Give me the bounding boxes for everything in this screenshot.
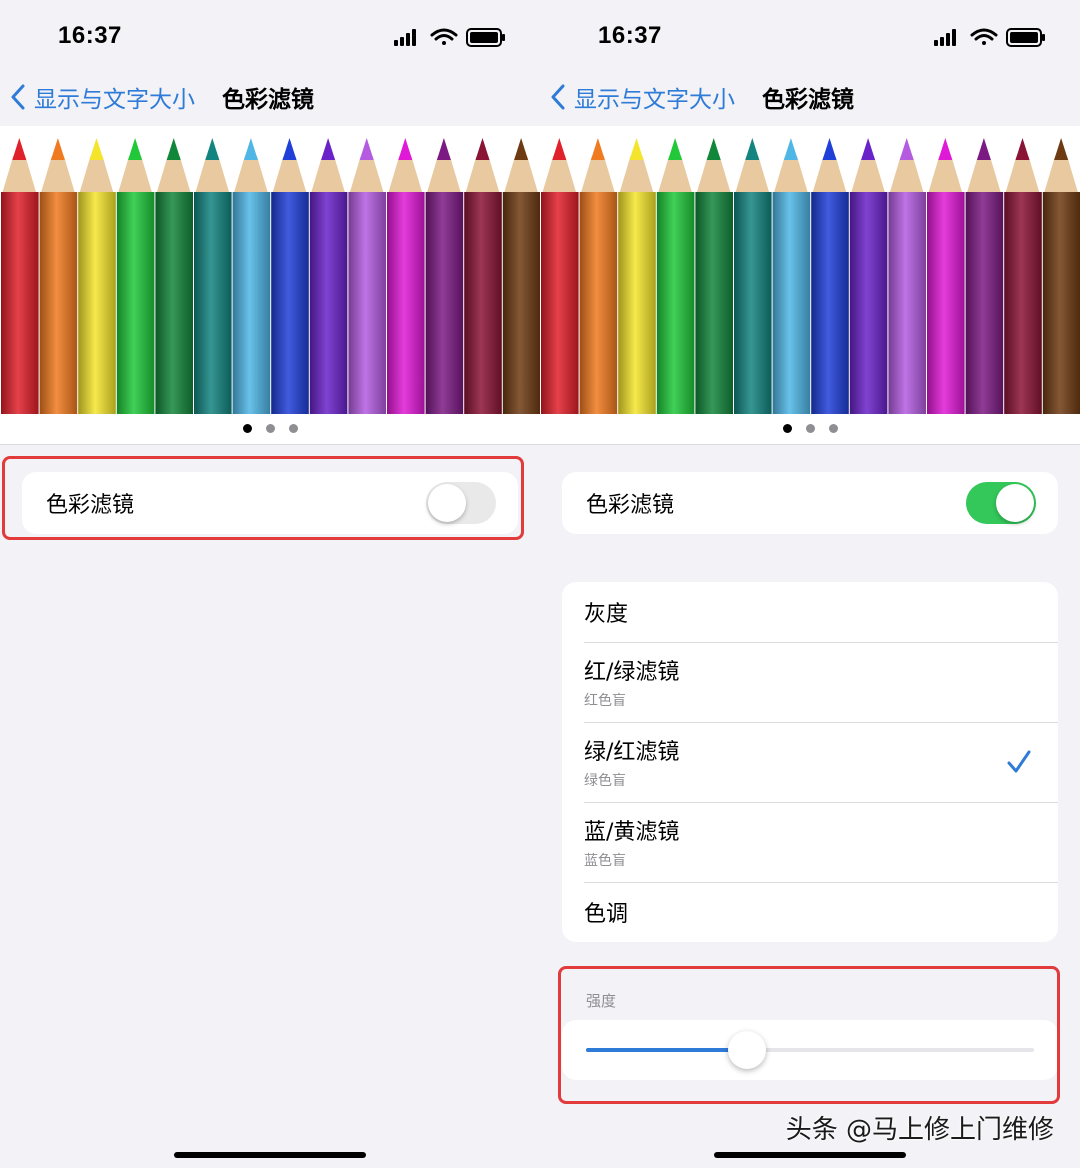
pencil bbox=[232, 138, 271, 414]
pencil bbox=[965, 138, 1004, 414]
signal-icon bbox=[934, 29, 956, 46]
battery-icon bbox=[1006, 28, 1045, 47]
checkmark-icon bbox=[1007, 750, 1031, 773]
pencil bbox=[502, 138, 540, 414]
pencil bbox=[811, 138, 849, 414]
back-button[interactable]: 显示与文字大小 bbox=[10, 80, 195, 114]
filter-option-label: 红/绿滤镜 bbox=[584, 660, 680, 685]
preview-carousel[interactable] bbox=[540, 126, 1080, 445]
page-dot bbox=[265, 424, 275, 433]
color-filters-label: 色彩滤镜 bbox=[46, 493, 135, 518]
page-title: 色彩滤镜 bbox=[762, 87, 854, 113]
pencil bbox=[579, 138, 618, 414]
phone-screen-left: 16:37 显示与文字大小 色彩滤镜 色彩滤镜 bbox=[0, 0, 540, 1168]
pencil bbox=[464, 138, 502, 414]
color-filters-row: 色彩滤镜 bbox=[22, 472, 518, 534]
back-label: 显示与文字大小 bbox=[34, 87, 195, 113]
home-indicator bbox=[174, 1152, 366, 1158]
pencil bbox=[309, 138, 348, 414]
battery-icon bbox=[466, 28, 505, 47]
status-time: 16:37 bbox=[598, 22, 662, 49]
pencil bbox=[656, 138, 695, 414]
filter-option-label: 灰度 bbox=[584, 602, 629, 627]
page-indicator[interactable] bbox=[0, 424, 540, 433]
filter-option-label: 绿/红滤镜 bbox=[584, 740, 680, 765]
home-indicator bbox=[714, 1152, 906, 1158]
intensity-label: 强度 bbox=[586, 992, 617, 1010]
color-filters-row: 色彩滤镜 bbox=[562, 472, 1058, 534]
pencil bbox=[271, 138, 309, 414]
color-filters-label: 色彩滤镜 bbox=[586, 493, 675, 518]
preview-carousel[interactable] bbox=[0, 126, 540, 445]
pencil bbox=[927, 138, 965, 414]
page-dot bbox=[828, 424, 838, 433]
pencil bbox=[78, 138, 116, 414]
filter-option-subtitle: 红色盲 bbox=[584, 693, 626, 709]
status-icons bbox=[934, 28, 1045, 47]
toggle-knob bbox=[996, 484, 1034, 522]
chevron-left-icon bbox=[11, 84, 25, 110]
page-dot bbox=[288, 424, 298, 433]
page-dot bbox=[805, 424, 815, 433]
chevron-left-icon bbox=[551, 84, 565, 110]
pencil bbox=[155, 138, 193, 414]
color-filters-card: 色彩滤镜 bbox=[562, 472, 1058, 534]
pencil bbox=[1, 138, 39, 414]
page-dot bbox=[782, 424, 792, 433]
phone-screen-right: 16:37 显示与文字大小 色彩滤镜 色彩滤镜 灰度 红/绿滤镜 红色盲 绿/红… bbox=[540, 0, 1080, 1168]
pencil bbox=[425, 138, 464, 414]
filter-option-row[interactable]: 灰度 bbox=[562, 582, 1058, 642]
page-indicator[interactable] bbox=[540, 424, 1080, 433]
pencil bbox=[888, 138, 926, 414]
pencil bbox=[772, 138, 811, 414]
filter-option-subtitle: 绿色盲 bbox=[584, 773, 626, 789]
status-icons bbox=[394, 28, 505, 47]
signal-icon bbox=[394, 29, 416, 46]
pencil bbox=[39, 138, 78, 414]
pencil bbox=[194, 138, 232, 414]
back-button[interactable]: 显示与文字大小 bbox=[550, 80, 735, 114]
pencil bbox=[1004, 138, 1042, 414]
pencil bbox=[618, 138, 656, 414]
color-filters-toggle[interactable] bbox=[426, 482, 496, 524]
intensity-slider-row bbox=[562, 1020, 1058, 1080]
pencils-preview-image bbox=[541, 138, 1080, 414]
filter-option-row[interactable]: 色调 bbox=[562, 882, 1058, 942]
pencil bbox=[541, 138, 579, 414]
intensity-section: 强度 bbox=[562, 976, 1058, 1084]
pencil bbox=[734, 138, 772, 414]
page-title: 色彩滤镜 bbox=[222, 87, 314, 113]
slider-thumb[interactable] bbox=[728, 1031, 767, 1069]
color-filters-toggle[interactable] bbox=[966, 482, 1036, 524]
color-filters-card: 色彩滤镜 bbox=[22, 472, 518, 534]
pencil bbox=[387, 138, 425, 414]
filter-option-label: 色调 bbox=[584, 902, 629, 927]
watermark: 头条 @马上修上门维修 bbox=[785, 1115, 1054, 1145]
pencil bbox=[695, 138, 733, 414]
filter-option-subtitle: 蓝色盲 bbox=[584, 853, 626, 869]
wifi-icon bbox=[970, 28, 998, 45]
pencil bbox=[849, 138, 888, 414]
pencil bbox=[348, 138, 386, 414]
filter-option-label: 蓝/黄滤镜 bbox=[584, 820, 680, 845]
status-time: 16:37 bbox=[58, 22, 122, 49]
filter-options-list: 灰度红/绿滤镜红色盲绿/红滤镜绿色盲蓝/黄滤镜蓝色盲色调 bbox=[562, 582, 1058, 942]
filter-option-row[interactable]: 蓝/黄滤镜蓝色盲 bbox=[562, 802, 1058, 882]
back-label: 显示与文字大小 bbox=[574, 87, 735, 113]
slider-fill bbox=[586, 1048, 748, 1052]
intensity-slider[interactable] bbox=[586, 1031, 1034, 1069]
pencils-preview-image bbox=[1, 138, 540, 414]
filter-option-row[interactable]: 红/绿滤镜红色盲 bbox=[562, 642, 1058, 722]
wifi-icon bbox=[430, 28, 458, 45]
pencil bbox=[1042, 138, 1080, 414]
page-dot bbox=[242, 424, 252, 433]
filter-option-row[interactable]: 绿/红滤镜绿色盲 bbox=[562, 722, 1058, 802]
pencil bbox=[116, 138, 155, 414]
toggle-knob bbox=[428, 484, 466, 522]
